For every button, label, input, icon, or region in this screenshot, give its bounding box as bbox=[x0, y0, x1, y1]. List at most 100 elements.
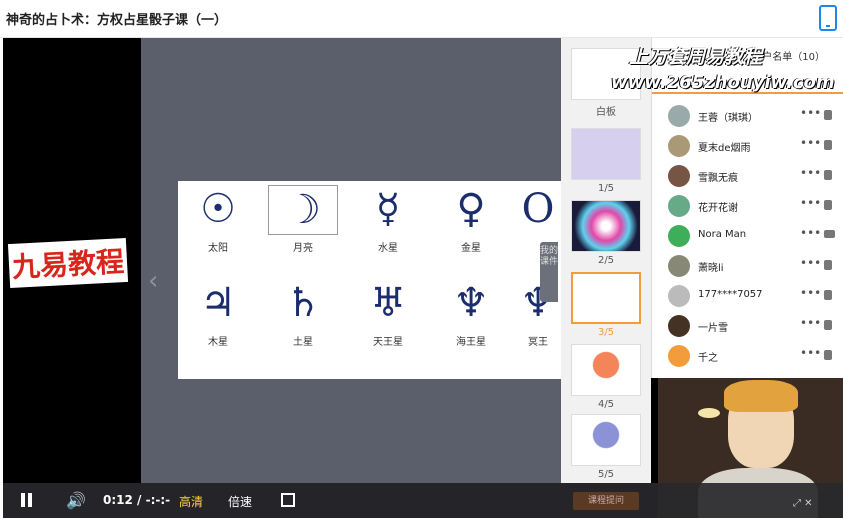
symbol-mercury: ☿ 水星 bbox=[353, 185, 423, 254]
symbol-uranus: ♅ 天王星 bbox=[353, 279, 423, 348]
android-icon bbox=[824, 200, 832, 210]
control-bar: 🔊 0:12 / -:-:- 高清 倍速 bbox=[3, 483, 843, 518]
thumb-label: 2/5 bbox=[597, 255, 615, 266]
symbol-sun: ☉ 太阳 bbox=[183, 185, 253, 254]
symbol-label: 冥王 bbox=[528, 337, 548, 348]
more-icon[interactable]: ••• bbox=[800, 286, 821, 300]
thumb-5[interactable]: 5/5 bbox=[571, 414, 641, 480]
member-row[interactable]: 千之 ••• bbox=[652, 341, 843, 371]
apple-icon bbox=[824, 140, 832, 150]
thumb-4[interactable]: 4/5 bbox=[571, 344, 641, 410]
member-name: 萧晓li bbox=[698, 263, 724, 274]
symbol-moon: ☽ 月亮 bbox=[268, 185, 338, 254]
symbol-venus: ♀ 金星 bbox=[436, 185, 506, 254]
mobile-icon[interactable] bbox=[819, 5, 837, 31]
symbol-jupiter: ♃ 木星 bbox=[183, 279, 253, 348]
windows-icon bbox=[824, 320, 832, 330]
symbol-label: 木星 bbox=[208, 337, 228, 348]
uranus-icon: ♅ bbox=[370, 280, 406, 326]
symbol-label: 海王星 bbox=[456, 337, 486, 348]
window-controls-icon[interactable]: ⤢ ✕ bbox=[793, 498, 813, 509]
video-player: ‹ ☉ 太阳 ☽ 月亮 ☿ 水星 ♀ 金星 O ♃ 木星 ♄ 土星 ♅ 天王星 ♆ 海王星 ♆ 冥… bbox=[3, 38, 843, 518]
member-name: 177****7057 bbox=[698, 289, 763, 300]
page-title: 神奇的占卜术：方权占星骰子课（一） bbox=[6, 13, 228, 28]
more-icon[interactable]: ••• bbox=[800, 256, 821, 270]
android-icon bbox=[824, 350, 832, 360]
avatar bbox=[668, 165, 690, 187]
thumb-label: 白板 bbox=[596, 107, 616, 118]
member-row[interactable]: 萧晓li ••• bbox=[652, 251, 843, 281]
avatar bbox=[668, 105, 690, 127]
thumb-image bbox=[571, 272, 641, 324]
member-row[interactable]: 夏末de烟雨 ••• bbox=[652, 131, 843, 161]
member-name: 夏末de烟雨 bbox=[698, 143, 751, 154]
title-bar: 神奇的占卜术：方权占星骰子课（一） bbox=[0, 0, 843, 38]
moon-icon: ☽ bbox=[268, 185, 338, 235]
thumb-1[interactable]: 1/5 bbox=[571, 128, 641, 194]
volume-icon[interactable]: 🔊 bbox=[66, 491, 86, 510]
thumb-2[interactable]: 2/5 bbox=[571, 200, 641, 266]
apple-icon bbox=[824, 290, 832, 300]
saturn-icon: ♄ bbox=[285, 280, 321, 326]
symbol-saturn: ♄ 土星 bbox=[268, 279, 338, 348]
speed-button[interactable]: 倍速 bbox=[228, 493, 252, 510]
symbol-label: 水星 bbox=[378, 243, 398, 254]
member-name: 花开花谢 bbox=[698, 203, 738, 214]
slide-thumbnails: 白板 1/5 2/5 3/5 4/5 5/5 bbox=[561, 38, 651, 483]
thumb-label: 4/5 bbox=[597, 399, 615, 410]
thumb-label: 1/5 bbox=[597, 183, 615, 194]
avatar bbox=[668, 225, 690, 247]
symbol-label: 金星 bbox=[461, 243, 481, 254]
thumb-image bbox=[571, 128, 641, 180]
thumb-3[interactable]: 3/5 bbox=[571, 272, 641, 338]
slide-board: ☉ 太阳 ☽ 月亮 ☿ 水星 ♀ 金星 O ♃ 木星 ♄ 土星 ♅ 天王星 ♆ 海王星 ♆ 冥王 bbox=[178, 181, 563, 379]
member-row[interactable]: 177****7057 ••• bbox=[652, 281, 843, 311]
more-icon[interactable]: ••• bbox=[800, 226, 821, 240]
apple-icon bbox=[824, 260, 832, 270]
avatar bbox=[668, 135, 690, 157]
member-name: 一片雪 bbox=[698, 323, 728, 334]
sun-icon: ☉ bbox=[200, 186, 236, 232]
more-icon[interactable]: ••• bbox=[800, 196, 821, 210]
thumb-image bbox=[571, 414, 641, 466]
neptune-icon: ♆ bbox=[453, 280, 489, 326]
jupiter-icon: ♃ bbox=[200, 280, 236, 326]
symbol-label: 土星 bbox=[293, 337, 313, 348]
member-row[interactable]: 雪飘无痕 ••• bbox=[652, 161, 843, 191]
thumb-image bbox=[571, 344, 641, 396]
pause-icon[interactable] bbox=[21, 493, 33, 507]
desktop-icon bbox=[824, 230, 835, 238]
thumb-label: 5/5 bbox=[597, 469, 615, 480]
member-row[interactable]: Nora Man ••• bbox=[652, 221, 843, 251]
person-hair bbox=[724, 380, 798, 412]
member-name: 雪飘无痕 bbox=[698, 173, 738, 184]
member-row[interactable]: 王蓉（琪琪） ••• bbox=[652, 101, 843, 131]
avatar bbox=[668, 315, 690, 337]
member-row[interactable]: 一片雪 ••• bbox=[652, 311, 843, 341]
avatar bbox=[668, 255, 690, 277]
venus-icon: ♀ bbox=[456, 186, 486, 232]
member-name: Nora Man bbox=[698, 229, 747, 240]
more-icon[interactable]: ••• bbox=[800, 166, 821, 180]
symbol-label: 天王星 bbox=[373, 337, 403, 348]
thumb-image bbox=[571, 200, 641, 252]
watermark-url: www.265zhouyiw.com bbox=[611, 72, 835, 93]
avatar bbox=[668, 285, 690, 307]
ask-question-button[interactable]: 课程提问 bbox=[573, 492, 639, 510]
more-icon[interactable]: ••• bbox=[800, 316, 821, 330]
more-icon[interactable]: ••• bbox=[800, 346, 821, 360]
fullscreen-icon[interactable] bbox=[281, 493, 295, 507]
courseware-drawer-tab[interactable]: 我的课件 bbox=[540, 242, 558, 302]
member-count: 户名单（10） bbox=[762, 52, 825, 63]
thumb-label: 3/5 bbox=[597, 327, 615, 338]
more-icon[interactable]: ••• bbox=[800, 106, 821, 120]
prev-slide-icon[interactable]: ‹ bbox=[148, 266, 158, 296]
symbol-label: 月亮 bbox=[293, 243, 313, 254]
more-icon[interactable]: ••• bbox=[800, 136, 821, 150]
lamp-shape bbox=[698, 408, 720, 418]
quality-button[interactable]: 高清 bbox=[179, 493, 203, 510]
avatar bbox=[668, 195, 690, 217]
apple-icon bbox=[824, 110, 832, 120]
member-row[interactable]: 花开花谢 ••• bbox=[652, 191, 843, 221]
member-name: 王蓉（琪琪） bbox=[698, 113, 758, 124]
